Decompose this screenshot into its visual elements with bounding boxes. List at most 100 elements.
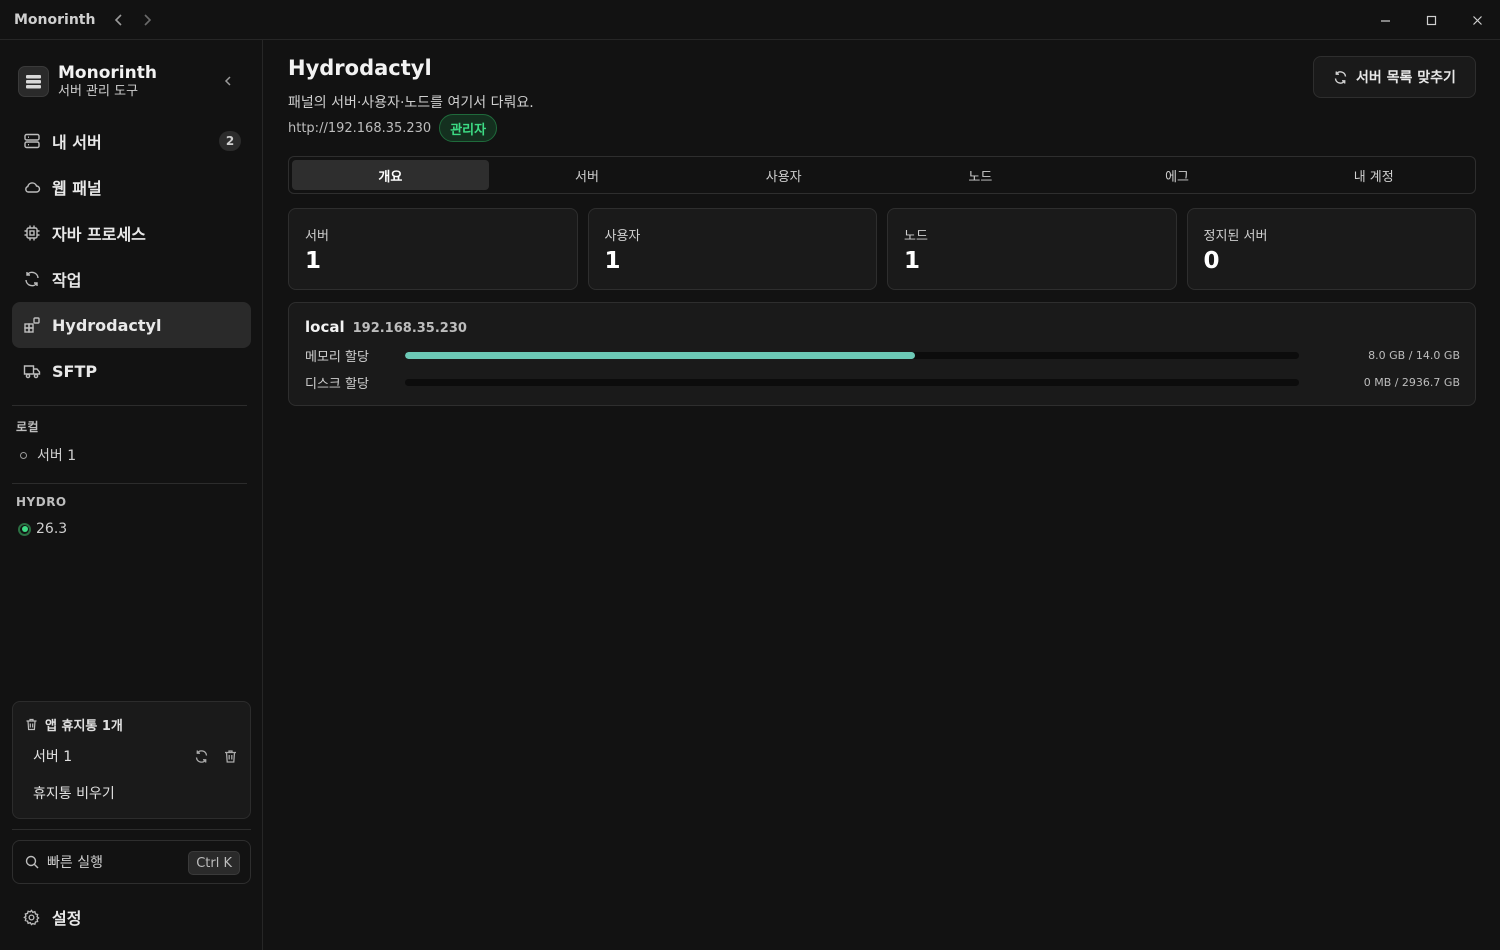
tab-bar: 개요 서버 사용자 노드 에그 내 계정 [288, 156, 1476, 194]
sidebar-item-sftp[interactable]: SFTP [12, 348, 251, 394]
stat-value: 0 [1203, 248, 1220, 274]
divider [12, 483, 247, 484]
cpu-icon [23, 224, 41, 242]
gear-icon [23, 908, 40, 926]
memory-row: 메모리 할당 8.0 GB / 14.0 GB [305, 346, 1460, 365]
stat-card-users: 사용자 1 [587, 208, 877, 290]
main-content: Hydrodactyl 패널의 서버·사용자·노드를 여기서 다뤄요. http… [264, 40, 1500, 950]
sidebar-item-label: 내 서버 [52, 133, 102, 152]
title-bar: Monorinth [0, 0, 1500, 40]
trash-header: 앱 휴지통 1개 [25, 715, 123, 734]
node-header: local 192.168.35.230 [305, 318, 467, 336]
brand-subtitle: 서버 관리 도구 [58, 83, 139, 99]
stat-label: 노드 [904, 229, 928, 244]
settings-button[interactable]: 설정 [23, 905, 81, 929]
close-icon [1472, 15, 1482, 25]
stat-value: 1 [904, 248, 921, 274]
stat-card-nodes: 노드 1 [887, 208, 1177, 290]
brand: Monorinth 서버 관리 도구 [18, 60, 248, 102]
delete-icon[interactable] [223, 749, 238, 764]
sidebar-item-web-panel[interactable]: 웹 패널 [12, 164, 251, 210]
sync-server-list-button[interactable]: 서버 목록 맞추기 [1313, 56, 1476, 98]
back-button[interactable] [105, 6, 133, 34]
tab-eggs[interactable]: 에그 [1079, 160, 1276, 190]
disk-value: 0 MB / 2936.7 GB [1363, 375, 1460, 389]
sidebar-item-tasks[interactable]: 작업 [12, 256, 251, 302]
collapse-sidebar-button[interactable] [222, 72, 240, 90]
brand-logo [18, 65, 49, 97]
sidebar: Monorinth 서버 관리 도구 내 서버 2 웹 패널 자바 프로세스 작… [0, 40, 263, 950]
memory-value: 8.0 GB / 14.0 GB [1368, 348, 1460, 362]
trash-item: 서버 1 [33, 746, 238, 766]
stat-card-suspended: 정지된 서버 0 [1186, 208, 1476, 290]
local-server-name: 서버 1 [37, 448, 77, 464]
maximize-button[interactable] [1408, 0, 1454, 40]
memory-bar [405, 351, 1299, 359]
close-button[interactable] [1454, 0, 1500, 40]
stats-row: 서버 1 사용자 1 노드 1 정지된 서버 0 [288, 208, 1476, 290]
node-card: local 192.168.35.230 메모리 할당 8.0 GB / 14.… [288, 302, 1476, 406]
window-controls [1362, 0, 1500, 40]
refresh-icon [1334, 70, 1347, 84]
forward-button[interactable] [133, 6, 161, 34]
hydro-server-name: 26.3 [36, 521, 68, 537]
server-count-badge: 2 [219, 131, 241, 151]
trash-item-name: 서버 1 [33, 749, 73, 765]
sidebar-item-label: Hydrodactyl [52, 315, 162, 335]
stat-value: 1 [604, 248, 621, 274]
sync-button-label: 서버 목록 맞추기 [1356, 70, 1456, 86]
role-badge: 관리자 [439, 114, 498, 142]
quick-run-placeholder: 빠른 실행 [47, 855, 103, 871]
search-icon [25, 855, 39, 869]
node-name: local [305, 318, 345, 336]
node-ip: 192.168.35.230 [352, 321, 467, 336]
hydro-server-item[interactable]: 26.3 [18, 521, 67, 537]
sidebar-item-hydrodactyl[interactable]: Hydrodactyl [12, 302, 251, 348]
disk-row: 디스크 할당 0 MB / 2936.7 GB [305, 373, 1460, 392]
tab-nodes[interactable]: 노드 [882, 160, 1079, 190]
sidebar-item-label: 자바 프로세스 [52, 225, 146, 244]
trash-icon [26, 718, 37, 731]
section-label-local: 로컬 [16, 420, 40, 434]
server-icon [23, 132, 41, 150]
settings-label: 설정 [52, 909, 82, 928]
grid-plus-icon [23, 316, 41, 334]
minimize-icon [1380, 19, 1390, 22]
restore-icon[interactable] [194, 749, 209, 764]
server-stack-icon [26, 74, 41, 88]
chevron-left-icon [224, 76, 231, 86]
stat-label: 서버 [305, 229, 329, 244]
divider [12, 829, 251, 830]
sidebar-item-label: SFTP [52, 361, 98, 381]
minimize-button[interactable] [1362, 0, 1408, 40]
online-status-icon [18, 522, 31, 536]
chevron-right-icon [144, 13, 152, 26]
maximize-icon [1426, 15, 1436, 25]
sidebar-item-java-process[interactable]: 자바 프로세스 [12, 210, 251, 256]
sidebar-item-label: 작업 [52, 271, 82, 290]
chevron-left-icon [115, 13, 123, 26]
memory-bar-fill [405, 351, 916, 359]
stat-label: 정지된 서버 [1203, 229, 1268, 244]
empty-trash-button[interactable]: 휴지통 비우기 [33, 783, 115, 803]
offline-status-icon [20, 451, 27, 459]
disk-bar [405, 378, 1299, 386]
sidebar-item-label: 웹 패널 [52, 179, 102, 198]
tab-servers[interactable]: 서버 [489, 160, 686, 190]
cloud-icon [23, 178, 41, 196]
local-server-item[interactable]: 서버 1 [20, 445, 76, 465]
tab-overview[interactable]: 개요 [292, 160, 489, 190]
stat-label: 사용자 [604, 229, 641, 244]
sidebar-nav: 내 서버 2 웹 패널 자바 프로세스 작업 Hydrodactyl SFTP [12, 118, 251, 394]
trash-title: 앱 휴지통 1개 [45, 719, 123, 734]
page-title: Hydrodactyl [288, 56, 432, 80]
refresh-icon [23, 270, 41, 288]
panel-url: http://192.168.35.230 [288, 120, 432, 136]
tab-users[interactable]: 사용자 [685, 160, 882, 190]
quick-run-input[interactable]: 빠른 실행 Ctrl K [12, 840, 251, 884]
memory-label: 메모리 할당 [305, 349, 369, 365]
sidebar-item-my-servers[interactable]: 내 서버 2 [12, 118, 251, 164]
tab-my-account[interactable]: 내 계정 [1275, 160, 1472, 190]
truck-icon [23, 362, 41, 380]
section-label-hydro: HYDRO [16, 495, 67, 509]
